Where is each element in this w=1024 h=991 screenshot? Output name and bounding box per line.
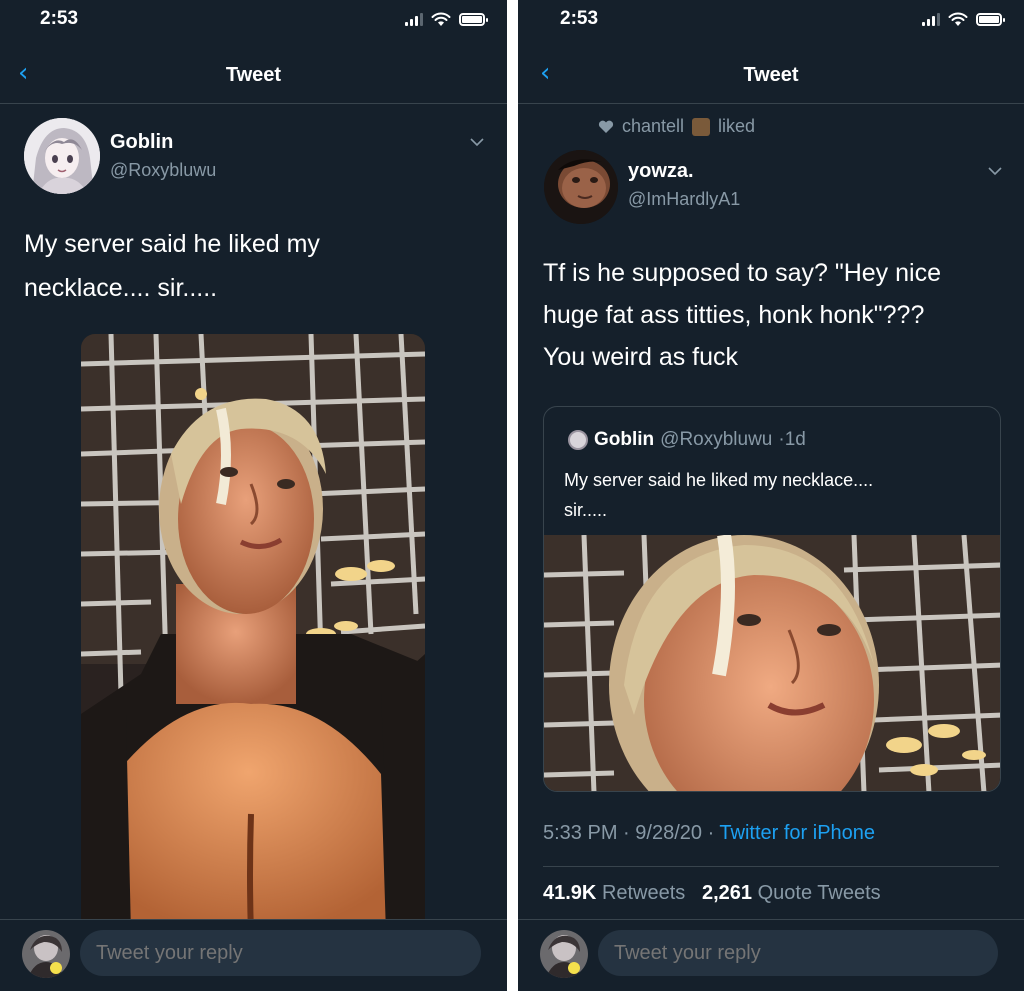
tweet-text-line: You weird as fuck <box>543 343 739 371</box>
retweets-count: 41.9K <box>543 882 597 904</box>
signal-icon <box>922 13 940 26</box>
status-time: 2:53 <box>560 8 599 29</box>
author-name[interactable]: yowza. <box>628 160 694 183</box>
signal-icon <box>405 13 423 26</box>
user-avatar <box>22 930 70 978</box>
quote-tweets-count: 2,261 <box>701 882 753 904</box>
battery-icon <box>459 13 488 26</box>
tweet-text-line: Tf is he supposed to say? "Hey nice <box>543 259 941 287</box>
quoted-tweet-photo[interactable] <box>544 535 1000 791</box>
meta-separator: · <box>707 822 720 844</box>
reply-bar <box>518 919 1024 991</box>
avatar[interactable] <box>544 150 618 224</box>
right-phone-screen: 2:53 ‹ Tweet chantell liked yowza. @ImHa… <box>518 0 1024 991</box>
quoted-age: 1d <box>784 429 806 450</box>
tweet-text-line: necklace.... sir..... <box>24 274 218 302</box>
quoted-tweet-text: My server said he liked my necklace.... … <box>564 465 974 525</box>
nav-title: Tweet <box>225 64 282 86</box>
quote-tweets-label: Quote Tweets <box>757 882 881 904</box>
chevron-down-icon[interactable] <box>988 167 1002 176</box>
quoted-avatar <box>568 430 588 450</box>
tweet-time: 5:33 PM <box>543 822 618 844</box>
status-time: 2:53 <box>40 8 79 29</box>
status-icons <box>922 12 1005 27</box>
chevron-down-icon[interactable] <box>470 138 484 147</box>
quoted-text-line: sir..... <box>564 500 608 520</box>
retweets-stat[interactable]: 41.9K Retweets <box>543 882 685 904</box>
nav-bar: ‹ Tweet <box>518 44 1024 104</box>
quoted-author-name: Goblin <box>594 429 655 450</box>
status-bar: 2:53 <box>518 0 1024 44</box>
reply-input[interactable] <box>598 930 998 976</box>
tweet-date: 9/28/20 <box>635 822 702 844</box>
quote-tweets-stat[interactable]: 2,261 Quote Tweets <box>702 882 881 904</box>
social-context: chantell liked <box>598 116 755 137</box>
reply-bar <box>0 919 507 991</box>
author-name[interactable]: Goblin <box>110 131 173 154</box>
quoted-tweet-card[interactable]: Goblin @Roxybluwu · 1d My server said he… <box>543 406 1001 792</box>
wifi-icon <box>948 12 968 26</box>
tweet-stats: 41.9K Retweets 2,261 Quote Tweets <box>543 882 881 905</box>
retweets-label: Retweets <box>601 882 686 904</box>
tweet-text: My server said he liked my necklace.... … <box>24 222 484 310</box>
battery-icon <box>976 13 1005 26</box>
liked-label: liked <box>718 116 756 136</box>
tweet-text: Tf is he supposed to say? "Hey nice huge… <box>543 252 1013 378</box>
tweet-photo[interactable] <box>81 334 425 934</box>
author-handle[interactable]: @ImHardlyA1 <box>628 189 740 210</box>
author-handle[interactable]: @Roxybluwu <box>110 160 216 181</box>
status-bar: 2:53 <box>0 0 507 44</box>
quoted-text-line: My server said he liked my necklace.... <box>564 470 874 490</box>
emoji-icon <box>692 117 711 136</box>
divider <box>543 866 999 867</box>
user-avatar <box>540 930 588 978</box>
status-icons <box>405 12 488 27</box>
heart-icon <box>598 120 614 133</box>
tweet-meta: 5:33 PM · 9/28/20 · Twitter for iPhone <box>543 822 875 845</box>
liked-by-user[interactable]: chantell <box>622 116 684 137</box>
tweet-text-line: huge fat ass titties, honk honk"??? <box>543 301 925 329</box>
quoted-tweet-header: Goblin @Roxybluwu · 1d <box>568 429 806 451</box>
meta-separator: · <box>623 822 636 844</box>
nav-title: Tweet <box>743 64 799 86</box>
tweet-text-line: My server said he liked my <box>24 230 320 258</box>
left-phone-screen: 2:53 ‹ Tweet Goblin @Roxybluwu My server… <box>0 0 507 991</box>
reply-input[interactable] <box>80 930 481 976</box>
avatar[interactable] <box>24 118 100 194</box>
wifi-icon <box>431 12 451 26</box>
tweet-source-link[interactable]: Twitter for iPhone <box>719 822 875 844</box>
quoted-author-handle: @Roxybluwu <box>660 429 773 450</box>
nav-bar: ‹ Tweet <box>0 44 507 104</box>
